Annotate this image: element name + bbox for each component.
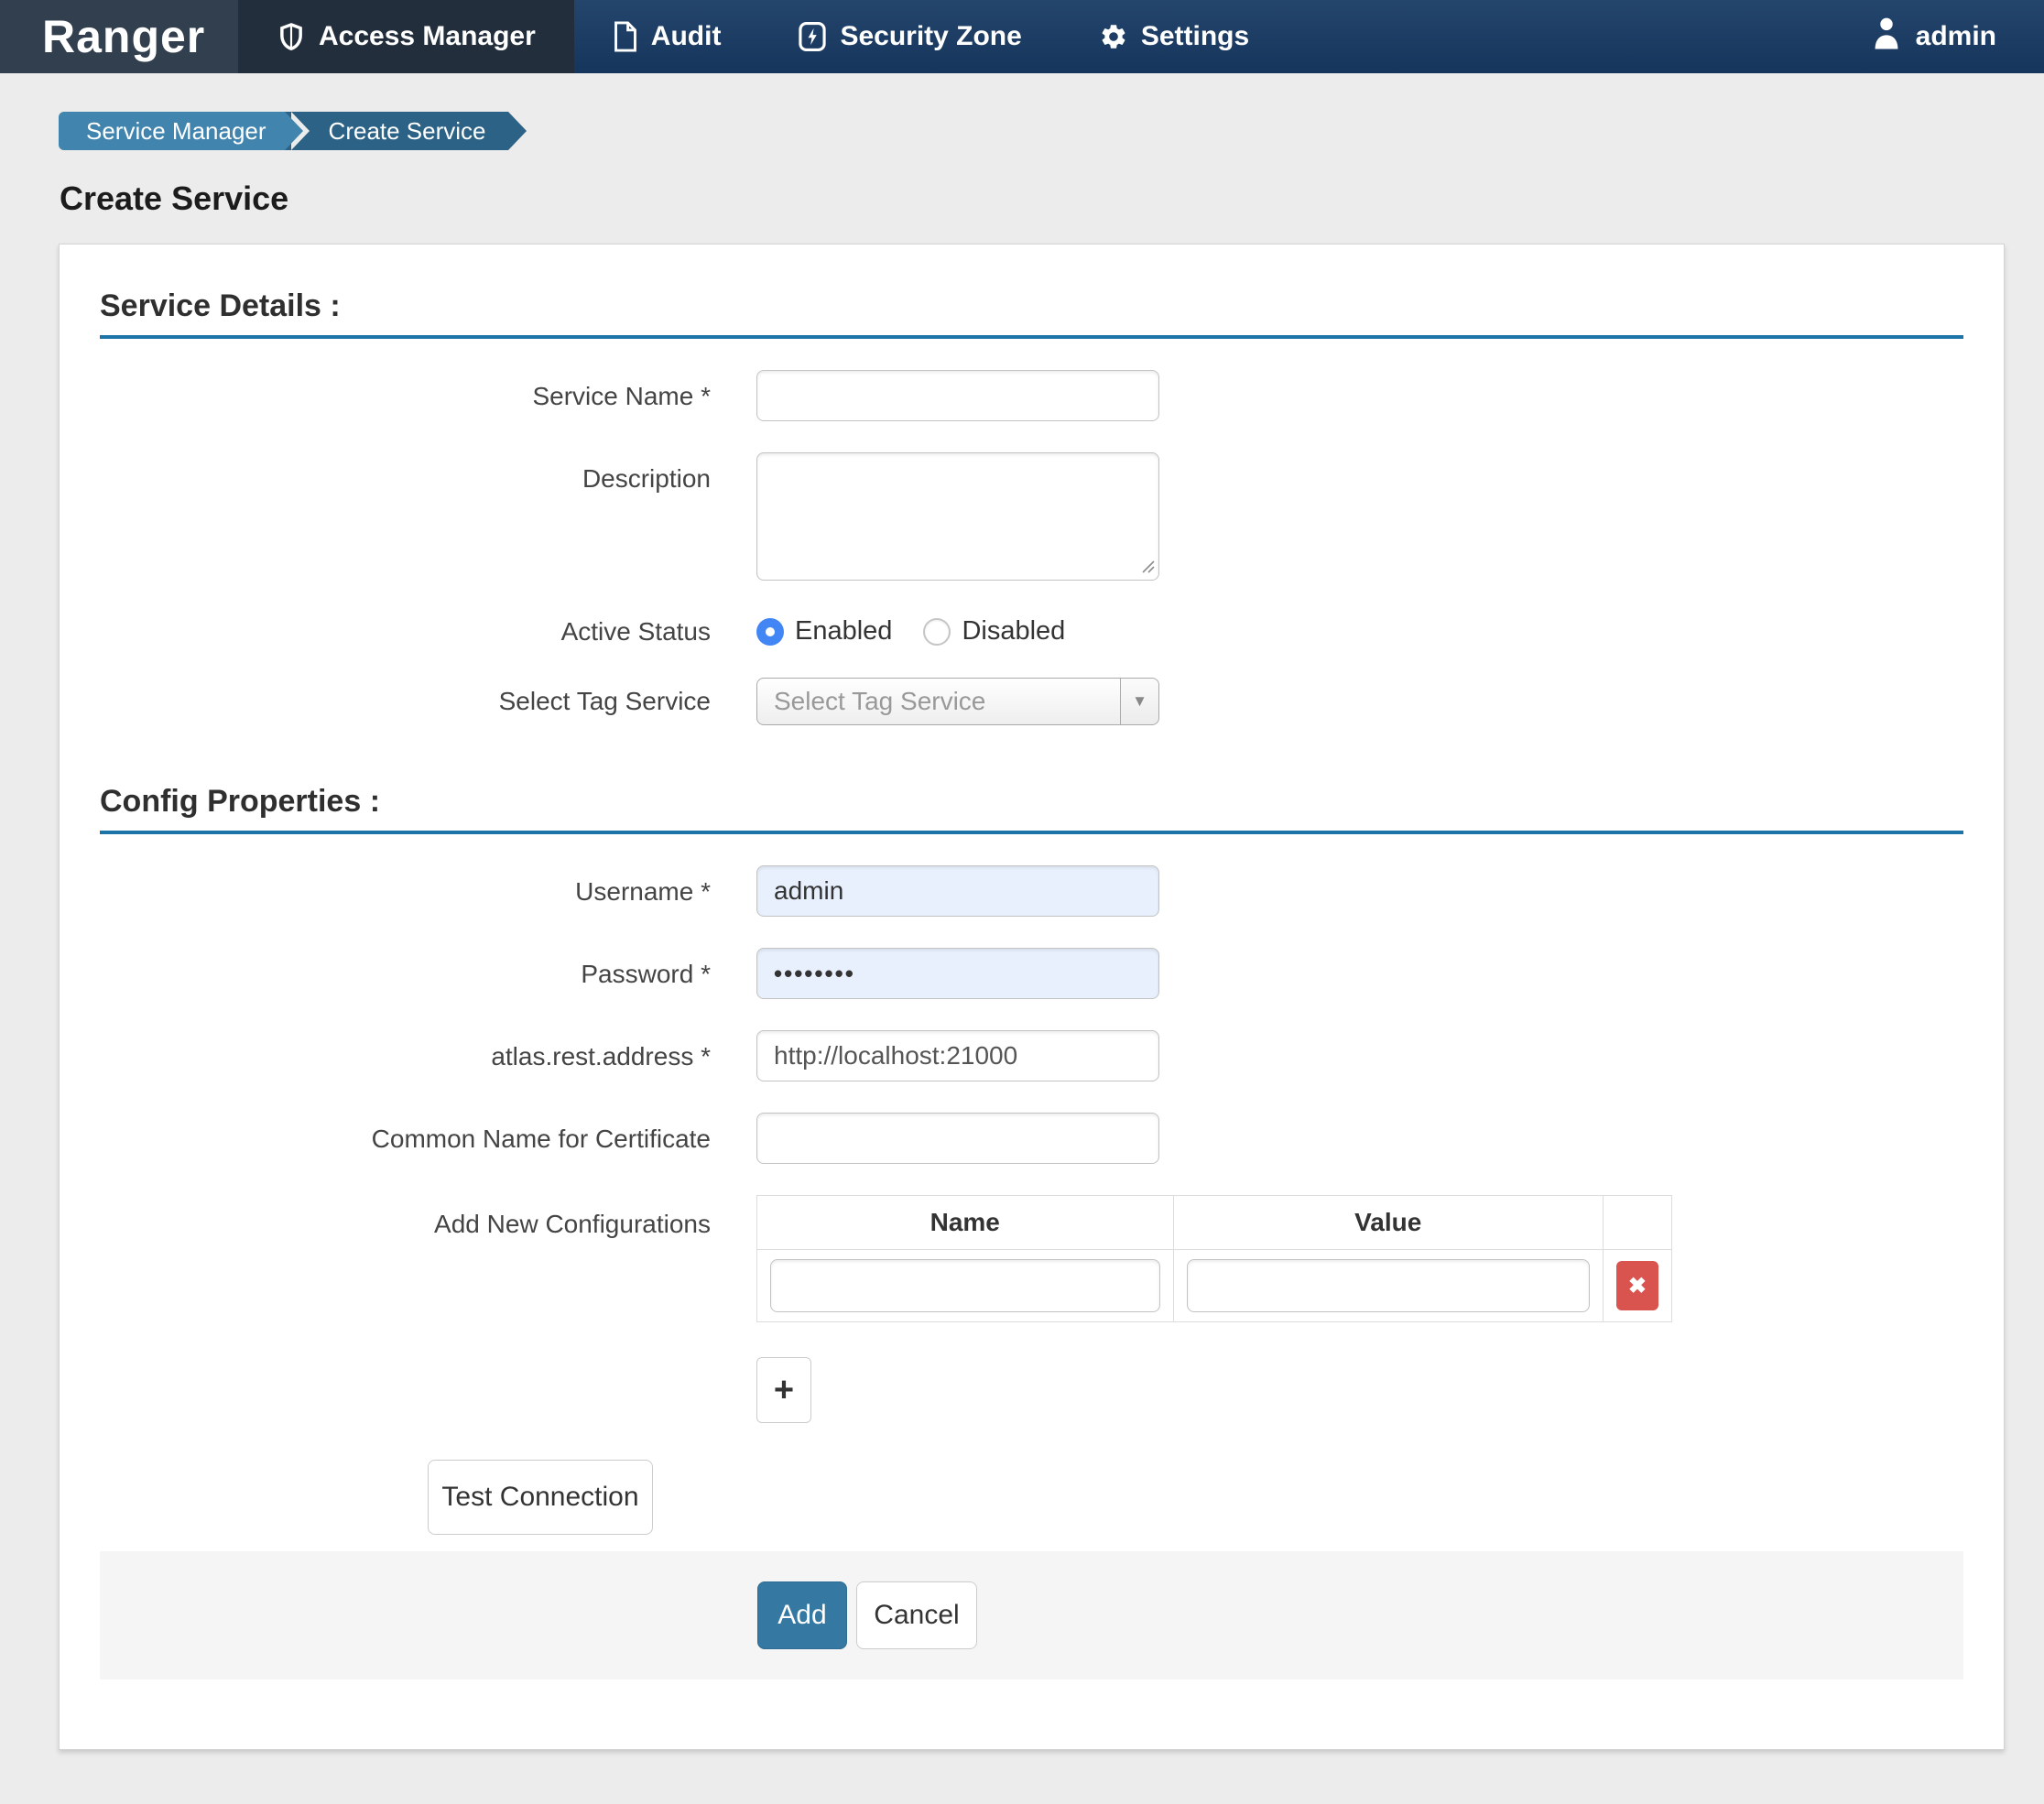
- nav-audit[interactable]: Audit: [574, 0, 760, 73]
- breadcrumb: Service Manager Create Service: [59, 112, 2044, 150]
- test-connection-button[interactable]: Test Connection: [428, 1460, 653, 1535]
- nav-item-label: Audit: [651, 21, 722, 52]
- shield-icon: [277, 21, 306, 52]
- nav-item-label: Access Manager: [319, 21, 536, 52]
- breadcrumb-create-service[interactable]: Create Service: [285, 112, 508, 150]
- atlas-rest-address-label: atlas.rest.address *: [100, 1030, 756, 1081]
- chevron-down-icon[interactable]: ▼: [1120, 679, 1158, 724]
- ranger-logo[interactable]: Ranger: [0, 0, 238, 73]
- nav-item-label: Security Zone: [840, 21, 1021, 52]
- cancel-button[interactable]: Cancel: [856, 1581, 977, 1649]
- config-value-header: Value: [1173, 1196, 1603, 1250]
- add-new-configurations-label: Add New Configurations: [100, 1195, 756, 1322]
- username-row: Username *: [100, 865, 1963, 917]
- enabled-radio-label: Enabled: [795, 616, 892, 647]
- plus-icon: +: [774, 1371, 794, 1410]
- username-label: Username *: [100, 865, 756, 917]
- disabled-radio[interactable]: [923, 618, 951, 646]
- active-status-label: Active Status: [100, 617, 756, 647]
- service-name-input[interactable]: [756, 370, 1159, 421]
- active-status-row: Active Status Enabled Disabled: [100, 616, 1963, 647]
- atlas-rest-address-input[interactable]: [756, 1030, 1159, 1081]
- add-button[interactable]: Add: [757, 1581, 847, 1649]
- add-new-configurations-row: Add New Configurations Name Value ✖: [100, 1195, 1963, 1322]
- username-input[interactable]: [756, 865, 1159, 917]
- service-name-label: Service Name *: [100, 370, 756, 421]
- delete-config-row-button[interactable]: ✖: [1616, 1261, 1658, 1310]
- description-row: Description: [100, 452, 1963, 585]
- document-icon: [613, 21, 638, 52]
- config-action-header: [1603, 1196, 1671, 1250]
- config-value-input[interactable]: [1187, 1259, 1590, 1312]
- common-name-row: Common Name for Certificate: [100, 1113, 1963, 1164]
- breadcrumb-service-manager[interactable]: Service Manager: [59, 112, 285, 150]
- resize-handle-icon[interactable]: [1138, 557, 1155, 578]
- user-icon: [1870, 16, 1903, 58]
- new-configurations-table: Name Value ✖: [756, 1195, 1672, 1322]
- config-name-header: Name: [757, 1196, 1174, 1250]
- user-label: admin: [1916, 21, 1996, 52]
- nav-settings[interactable]: Settings: [1060, 0, 1288, 73]
- nav-access-manager[interactable]: Access Manager: [238, 0, 574, 73]
- close-icon: ✖: [1628, 1273, 1647, 1299]
- config-name-input[interactable]: [770, 1259, 1160, 1312]
- enabled-radio[interactable]: [756, 618, 784, 646]
- description-label: Description: [100, 452, 756, 585]
- add-config-row-button[interactable]: +: [756, 1357, 811, 1423]
- password-label: Password *: [100, 948, 756, 999]
- create-service-form-card: Service Details : Service Name * Descrip…: [59, 244, 2005, 1750]
- tag-service-placeholder: Select Tag Service: [757, 687, 1120, 716]
- atlas-rest-address-row: atlas.rest.address *: [100, 1030, 1963, 1081]
- gear-icon: [1099, 22, 1128, 51]
- common-name-label: Common Name for Certificate: [100, 1113, 756, 1164]
- tag-service-label: Select Tag Service: [100, 687, 756, 716]
- nav-security-zone[interactable]: Security Zone: [759, 0, 1060, 73]
- password-row: Password *: [100, 948, 1963, 999]
- page-title: Create Service: [60, 179, 2044, 218]
- password-input[interactable]: [756, 948, 1159, 999]
- top-navbar: Ranger Access Manager Audit Security Zon…: [0, 0, 2044, 73]
- description-textarea[interactable]: [756, 452, 1159, 581]
- nav-item-label: Settings: [1141, 21, 1249, 52]
- common-name-input[interactable]: [756, 1113, 1159, 1164]
- section-heading-service-details: Service Details :: [100, 288, 1963, 339]
- table-row: ✖: [757, 1250, 1672, 1322]
- tag-service-row: Select Tag Service Select Tag Service ▼: [100, 678, 1963, 725]
- lightning-icon: [798, 21, 827, 52]
- form-actions-bar: Add Cancel: [100, 1551, 1963, 1679]
- user-menu[interactable]: admin: [1870, 0, 2044, 73]
- service-name-row: Service Name *: [100, 370, 1963, 421]
- tag-service-select[interactable]: Select Tag Service ▼: [756, 678, 1159, 725]
- section-heading-config-properties: Config Properties :: [100, 784, 1963, 834]
- disabled-radio-label: Disabled: [962, 616, 1065, 647]
